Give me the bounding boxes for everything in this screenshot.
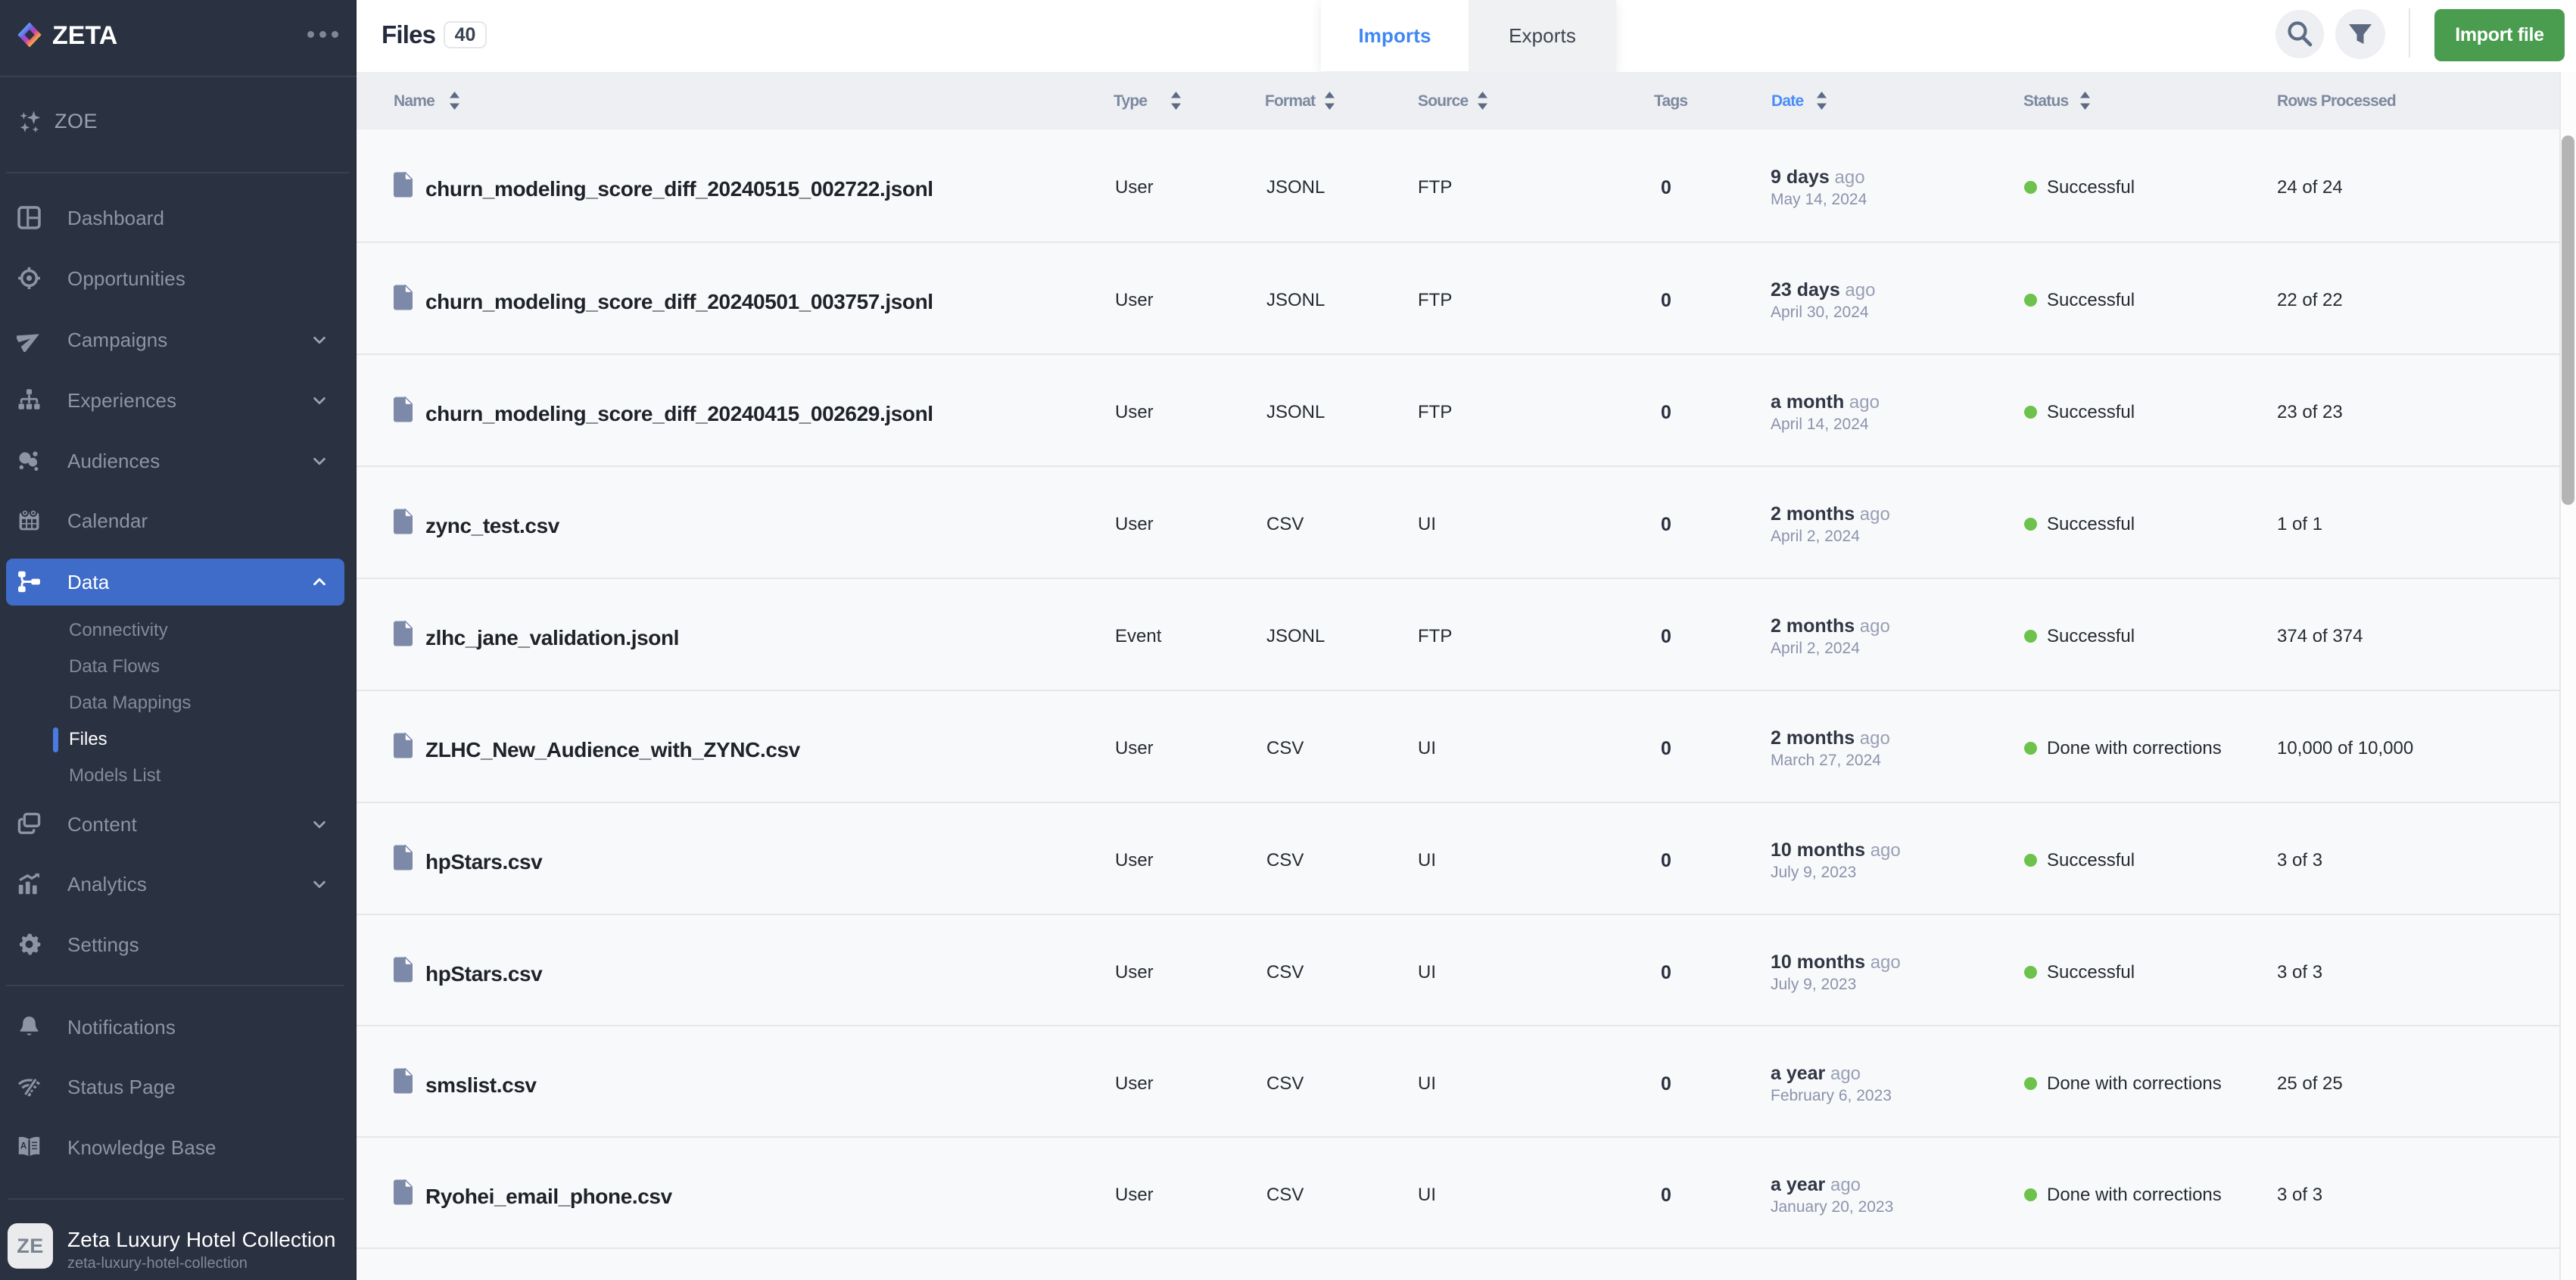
- svg-text:A: A: [20, 1141, 27, 1151]
